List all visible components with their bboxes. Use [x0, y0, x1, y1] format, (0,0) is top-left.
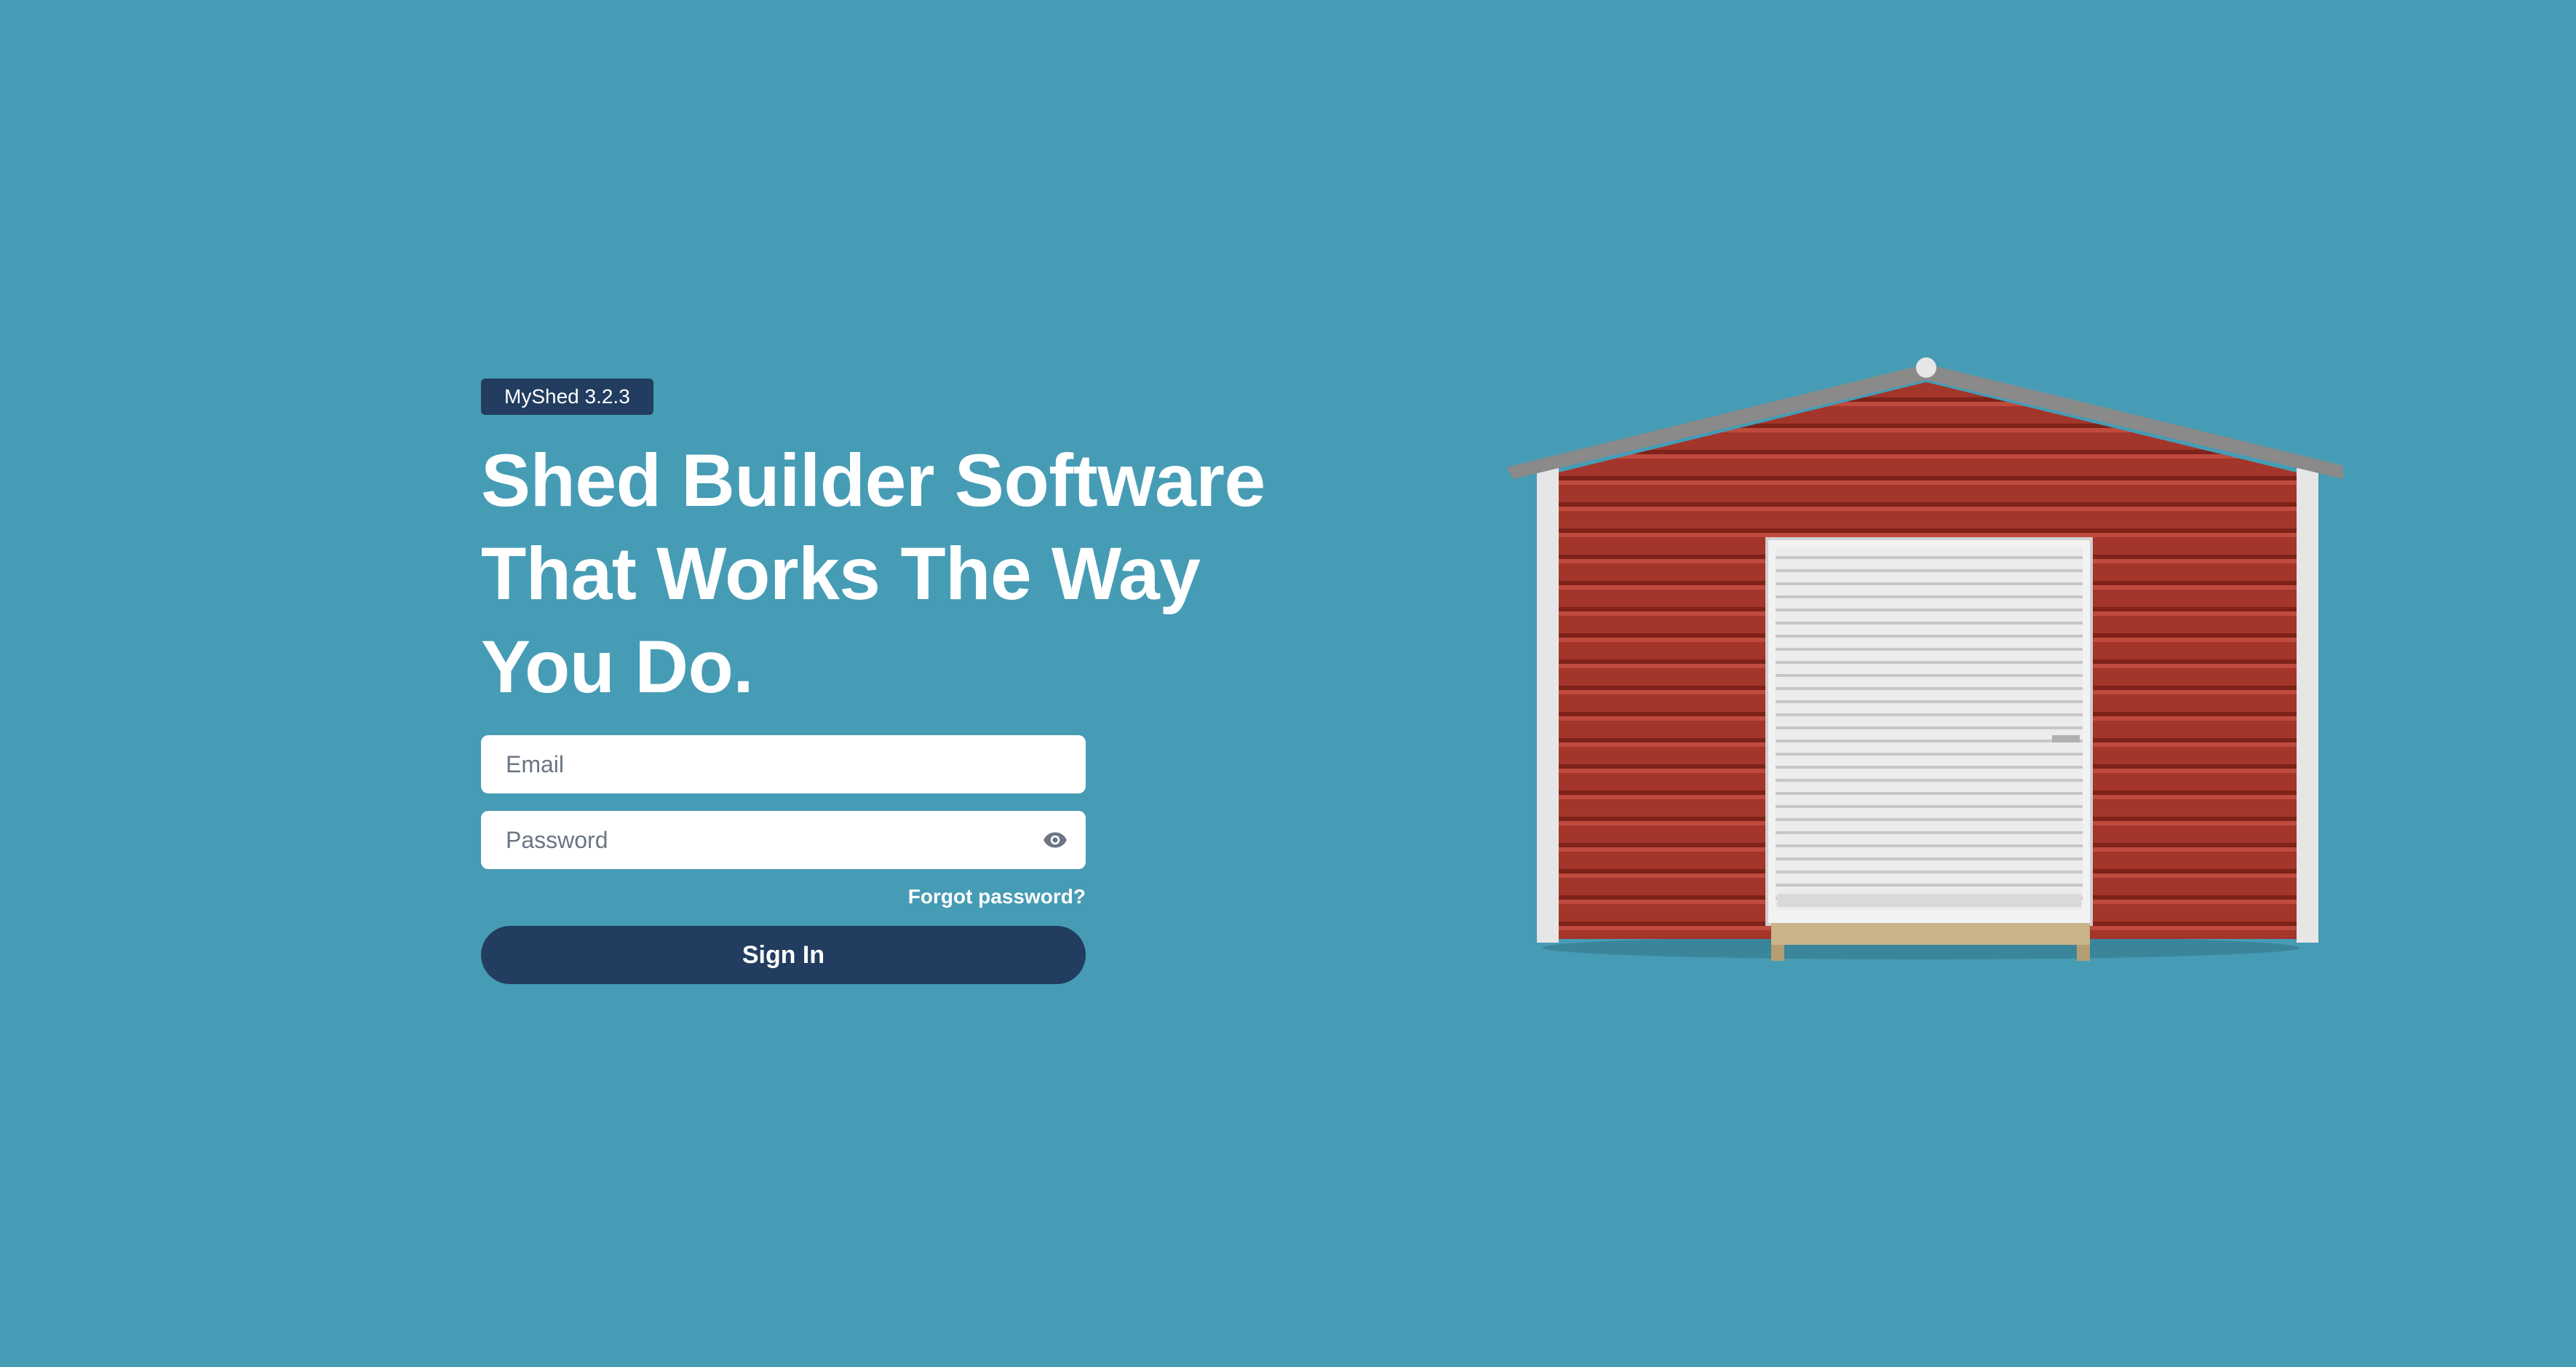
password-field[interactable]: [481, 811, 1086, 869]
page-title: Shed Builder Software That Works The Way…: [481, 434, 1325, 713]
wood-base: [1771, 923, 2090, 945]
login-page: MyShed 3.2.3 Shed Builder Software That …: [0, 0, 2576, 1367]
sign-in-button[interactable]: Sign In: [481, 926, 1086, 984]
door-bottom-bar: [1777, 894, 2081, 907]
forgot-password-link[interactable]: Forgot password?: [908, 885, 1086, 908]
roll-up-door: [1776, 547, 2083, 910]
eye-icon[interactable]: [1042, 827, 1068, 853]
forgot-row: Forgot password?: [481, 885, 1086, 908]
wood-skid-left: [1771, 945, 1784, 961]
email-field-wrapper: [481, 735, 1086, 793]
wood-skid-right: [2077, 945, 2090, 961]
headline-line-3: You Do.: [481, 625, 754, 708]
shed-illustration: [1506, 357, 2343, 961]
login-form: Forgot password? Sign In: [481, 735, 1086, 984]
headline-line-2: That Works The Way: [481, 532, 1201, 615]
headline-line-1: Shed Builder Software: [481, 439, 1265, 522]
right-trim: [2297, 466, 2318, 943]
email-field[interactable]: [481, 735, 1086, 793]
login-panel: MyShed 3.2.3 Shed Builder Software That …: [481, 379, 1325, 984]
roof-vent: [1916, 357, 1936, 378]
version-badge: MyShed 3.2.3: [481, 379, 653, 415]
left-trim: [1537, 466, 1559, 943]
door-latch: [2052, 735, 2080, 742]
password-field-wrapper: [481, 811, 1086, 869]
